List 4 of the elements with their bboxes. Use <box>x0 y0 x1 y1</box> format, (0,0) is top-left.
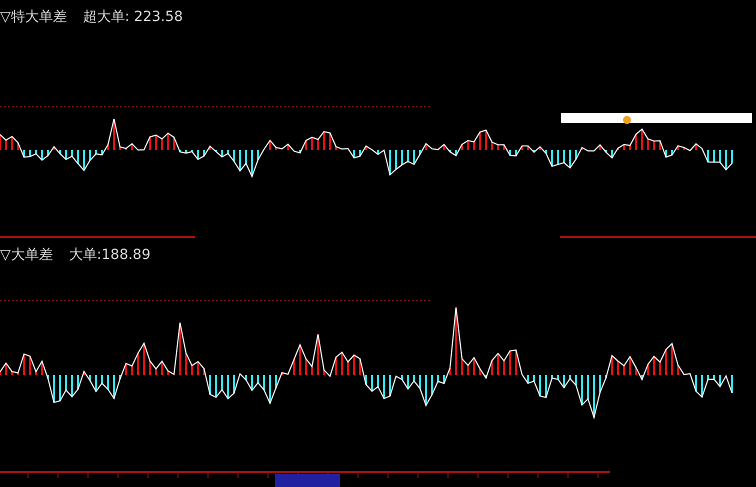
panel-title[interactable]: ▽特大单差 <box>0 10 67 24</box>
indicator-reading: 大单:188.89 <box>68 248 150 262</box>
indicator-reading: 超大单: 223.58 <box>82 10 183 24</box>
panel-title[interactable]: ▽大单差 <box>0 248 53 262</box>
